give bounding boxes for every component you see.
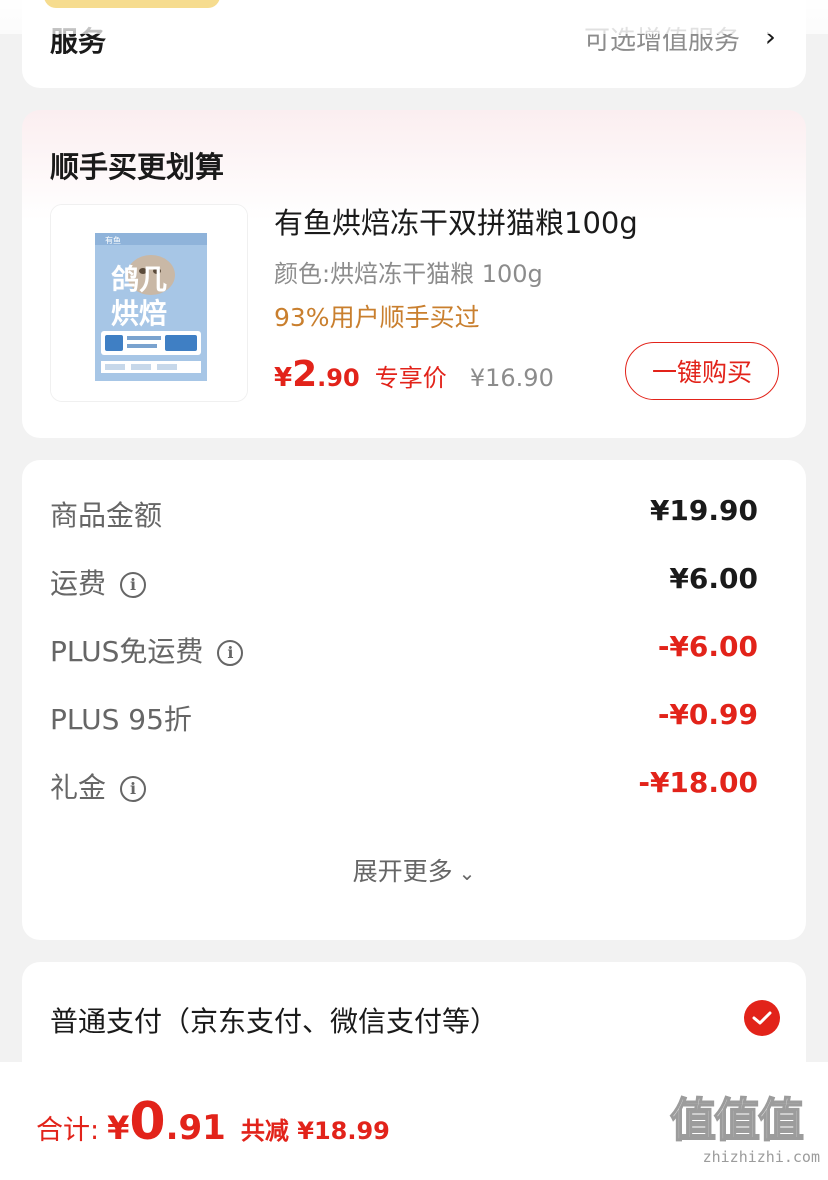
product-buyers-rate: 93%用户顺手买过 xyxy=(274,303,480,332)
summary-row-label: 商品金额 xyxy=(50,494,162,534)
bag-text-2: 烘焙 xyxy=(111,297,167,330)
summary-row-label-text: 运费 xyxy=(50,567,107,600)
summary-row-value: -¥0.99 xyxy=(657,698,758,731)
summary-row-label-text: 礼金 xyxy=(50,771,107,804)
summary-row: 运费 i ¥6.00 xyxy=(50,562,758,602)
header-pill xyxy=(44,0,220,8)
bag-text-1: 鸽几 xyxy=(111,263,167,296)
price-decimal: .90 xyxy=(317,364,360,392)
summary-row-label-text: PLUS 95折 xyxy=(50,703,192,736)
payment-method-label: 普通支付（京东支付、微信支付等） xyxy=(50,1005,499,1038)
total-integer: 0 xyxy=(129,1092,166,1152)
info-icon[interactable]: i xyxy=(120,775,147,802)
summary-row-label: 礼金 i xyxy=(50,766,147,806)
summary-row-label: PLUS免运费 i xyxy=(50,630,244,670)
summary-row: PLUS 95折 -¥0.99 xyxy=(50,698,758,738)
product-price-row: ¥2.90 专享价 ¥16.90 xyxy=(274,354,554,395)
summary-row-label: 运费 i xyxy=(50,562,147,602)
checkout-bar: 合计: ¥0.91 共减 ¥18.99 值值值 zhizhizhi.com xyxy=(0,1062,828,1180)
expand-more-button[interactable]: 展开更多 ⌄ xyxy=(22,852,806,888)
top-scroll-fade xyxy=(0,0,828,34)
info-icon[interactable]: i xyxy=(120,571,147,598)
watermark-url: zhizhizhi.com xyxy=(702,1148,820,1166)
summary-row: 商品金额 ¥19.90 xyxy=(50,494,758,534)
addon-card: 顺手买更划算 鸽几 烘焙 有鱼 有鱼烘焙冻干双拼猫粮100g 颜色:烘焙冻干猫粮… xyxy=(22,110,806,438)
total-savings: 共减 ¥18.99 xyxy=(240,1117,390,1145)
chevron-down-icon: ⌄ xyxy=(458,861,476,885)
summary-row-value: ¥6.00 xyxy=(669,562,758,595)
order-summary-card: 商品金额 ¥19.90 运费 i ¥6.00 PLUS免运费 i -¥6.00 PLUS 95折… xyxy=(22,460,806,940)
order-total: 合计: ¥0.91 共减 ¥18.99 xyxy=(36,1092,390,1152)
checkmark-icon[interactable] xyxy=(744,1000,780,1036)
cat-food-bag-image: 鸽几 烘焙 有鱼 xyxy=(51,205,247,401)
exclusive-price-tag: 专享价 xyxy=(374,364,447,392)
total-symbol: ¥ xyxy=(107,1109,130,1147)
one-click-buy-button[interactable]: 一键购买 xyxy=(625,342,779,400)
product-image[interactable]: 鸽几 烘焙 有鱼 xyxy=(50,204,248,402)
summary-row: 礼金 i -¥18.00 xyxy=(50,766,758,806)
watermark-glyphs: 值值值 xyxy=(669,1092,805,1148)
price-integer: 2 xyxy=(292,354,318,395)
summary-row-value: -¥18.00 xyxy=(638,766,758,799)
watermark-logo: 值值值 zhizhizhi.com xyxy=(669,1092,820,1174)
summary-row: PLUS免运费 i -¥6.00 xyxy=(50,630,758,670)
summary-row-label-text: 商品金额 xyxy=(50,499,163,532)
product-variant: 颜色:烘焙冻干猫粮 100g xyxy=(274,260,543,288)
summary-row-label: PLUS 95折 xyxy=(50,698,192,738)
total-label: 合计: xyxy=(36,1115,100,1146)
expand-more-label: 展开更多 xyxy=(352,857,453,886)
info-icon[interactable]: i xyxy=(217,639,244,666)
summary-row-label-text: PLUS免运费 xyxy=(50,635,204,668)
bag-brand: 有鱼 xyxy=(105,235,121,245)
product-name[interactable]: 有鱼烘焙冻干双拼猫粮100g xyxy=(274,200,638,242)
original-price: ¥16.90 xyxy=(469,364,554,392)
price-symbol: ¥ xyxy=(274,363,293,393)
summary-row-value: ¥19.90 xyxy=(649,494,758,527)
total-decimal: .91 xyxy=(165,1108,226,1148)
summary-row-value: -¥6.00 xyxy=(657,630,758,663)
addon-title: 顺手买更划算 xyxy=(50,150,225,184)
